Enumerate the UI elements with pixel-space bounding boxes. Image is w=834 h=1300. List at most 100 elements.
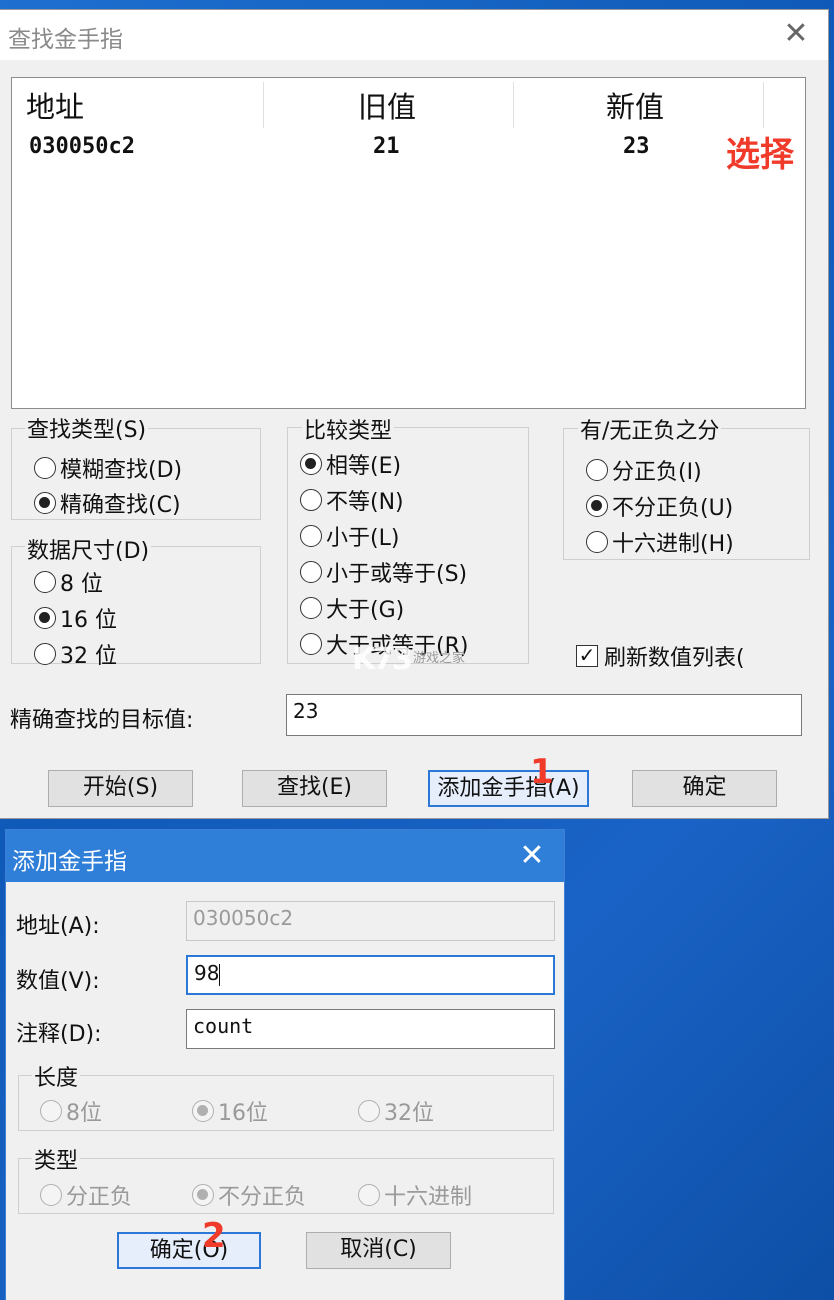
radio-label: 16位 — [218, 1101, 268, 1126]
radio-button[interactable] — [40, 1100, 62, 1122]
radio-button[interactable] — [34, 643, 56, 665]
radio-button[interactable] — [586, 459, 608, 481]
radio-button[interactable] — [300, 525, 322, 547]
column-header-address[interactable]: 地址 — [26, 84, 84, 126]
step-1-annotation: 1 — [530, 752, 554, 792]
radio-button[interactable] — [300, 597, 322, 619]
radio-button[interactable] — [300, 489, 322, 511]
address-label: 地址(A): — [16, 914, 100, 939]
radio-button[interactable] — [358, 1184, 380, 1206]
radio-signed[interactable]: 分正负(I) — [586, 454, 702, 486]
target-value-label: 精确查找的目标值: — [10, 708, 194, 733]
address-field[interactable]: 030050c2 — [186, 901, 555, 941]
radio-8-bit[interactable]: 8 位 — [34, 566, 103, 598]
radio-button[interactable] — [34, 457, 56, 479]
add-cheat-button[interactable]: 添加金手指(A) — [428, 770, 589, 807]
refresh-list-checkbox[interactable]: ✓ 刷新数值列表( — [576, 640, 745, 672]
checkmark-icon[interactable]: ✓ — [576, 645, 598, 667]
length-group-label: 长度 — [32, 1060, 81, 1092]
radio-less-than[interactable]: 小于(L) — [300, 520, 399, 552]
radio-label: 不分正负 — [218, 1185, 307, 1210]
radio-label: 模糊查找(D) — [60, 458, 183, 483]
radio-type-unsigned[interactable]: 不分正负 — [192, 1179, 306, 1211]
comment-label: 注释(D): — [16, 1022, 102, 1047]
radio-button[interactable] — [40, 1184, 62, 1206]
radio-button[interactable] — [192, 1100, 214, 1122]
start-button[interactable]: 开始(S) — [48, 770, 193, 807]
radio-exact-search[interactable]: 精确查找(C) — [34, 487, 181, 519]
data-size-label: 数据尺寸(D) — [25, 533, 152, 565]
sign-group-label: 有/无正负之分 — [578, 413, 722, 445]
radio-button[interactable] — [300, 561, 322, 583]
radio-label: 8 位 — [60, 572, 103, 597]
radio-equal[interactable]: 相等(E) — [300, 448, 401, 480]
column-divider[interactable] — [263, 82, 264, 128]
radio-length-32[interactable]: 32位 — [358, 1095, 434, 1127]
radio-label: 不等(N) — [326, 490, 404, 515]
radio-label: 16 位 — [60, 608, 117, 633]
column-header-new-value[interactable]: 新值 — [606, 84, 664, 126]
radio-length-16[interactable]: 16位 — [192, 1095, 268, 1127]
find-button[interactable]: 查找(E) — [242, 770, 387, 807]
column-divider[interactable] — [513, 82, 514, 128]
compare-type-label: 比较类型 — [302, 413, 395, 445]
radio-label: 小于或等于(S) — [326, 562, 468, 587]
ok-button[interactable]: 确定(O) — [117, 1232, 261, 1269]
radio-button[interactable] — [192, 1184, 214, 1206]
column-divider[interactable] — [763, 82, 764, 128]
radio-fuzzy-search[interactable]: 模糊查找(D) — [34, 452, 182, 484]
text-cursor — [219, 963, 221, 986]
row-address[interactable]: 030050c2 — [29, 134, 135, 159]
close-icon[interactable]: ✕ — [780, 16, 812, 52]
radio-16-bit[interactable]: 16 位 — [34, 602, 117, 634]
watermark-logo: K73 — [352, 642, 413, 677]
radio-type-signed[interactable]: 分正负 — [40, 1179, 132, 1211]
radio-unsigned[interactable]: 不分正负(U) — [586, 490, 733, 522]
radio-label: 相等(E) — [326, 454, 402, 479]
radio-button[interactable] — [586, 495, 608, 517]
radio-button[interactable] — [300, 453, 322, 475]
radio-label: 不分正负(U) — [612, 496, 734, 521]
ok-button[interactable]: 确定 — [632, 770, 777, 807]
radio-32-bit[interactable]: 32 位 — [34, 638, 117, 670]
radio-length-8[interactable]: 8位 — [40, 1095, 102, 1127]
type-group-label: 类型 — [32, 1143, 81, 1175]
radio-label: 精确查找(C) — [60, 493, 181, 518]
radio-hexadecimal[interactable]: 十六进制(H) — [586, 526, 734, 558]
find-cheat-dialog: 查找金手指 ✕ 地址 旧值 新值 030050c2 21 23 选择 查找类型(… — [0, 10, 828, 818]
radio-type-hex[interactable]: 十六进制 — [358, 1179, 472, 1211]
radio-greater-than[interactable]: 大于(G) — [300, 592, 404, 624]
radio-less-or-equal[interactable]: 小于或等于(S) — [300, 556, 467, 588]
cancel-button[interactable]: 取消(C) — [306, 1232, 451, 1269]
radio-label: 大于(G) — [326, 598, 405, 623]
radio-label: 分正负(I) — [612, 460, 702, 485]
row-old-value[interactable]: 21 — [373, 134, 400, 159]
radio-button[interactable] — [358, 1100, 380, 1122]
results-list[interactable]: 地址 旧值 新值 030050c2 21 23 选择 — [11, 77, 806, 409]
row-new-value[interactable]: 23 — [623, 134, 650, 159]
window-title: 查找金手指 — [8, 27, 123, 53]
radio-button[interactable] — [586, 531, 608, 553]
radio-label: 分正负 — [66, 1185, 133, 1210]
radio-button[interactable] — [34, 571, 56, 593]
comment-input[interactable]: count — [186, 1009, 555, 1049]
target-value-input[interactable]: 23 — [286, 694, 802, 736]
radio-not-equal[interactable]: 不等(N) — [300, 484, 404, 516]
title-bar[interactable]: 添加金手指 ✕ — [6, 830, 564, 882]
radio-label: 小于(L) — [326, 526, 400, 551]
radio-label: 十六进制(H) — [612, 532, 734, 557]
radio-label: 32 位 — [60, 644, 117, 669]
radio-button[interactable] — [34, 607, 56, 629]
value-label: 数值(V): — [16, 969, 100, 994]
value-input[interactable]: 98 — [186, 955, 555, 995]
column-header-old-value[interactable]: 旧值 — [358, 84, 416, 126]
radio-button[interactable] — [300, 633, 322, 655]
radio-label: 十六进制 — [384, 1185, 473, 1210]
radio-label: 32位 — [384, 1101, 434, 1126]
title-bar[interactable]: 查找金手指 ✕ — [0, 10, 828, 60]
window-title: 添加金手指 — [12, 849, 127, 875]
radio-label: 8位 — [66, 1101, 102, 1126]
close-icon[interactable]: ✕ — [514, 836, 550, 876]
radio-button[interactable] — [34, 492, 56, 514]
value-text: 98 — [194, 961, 220, 985]
